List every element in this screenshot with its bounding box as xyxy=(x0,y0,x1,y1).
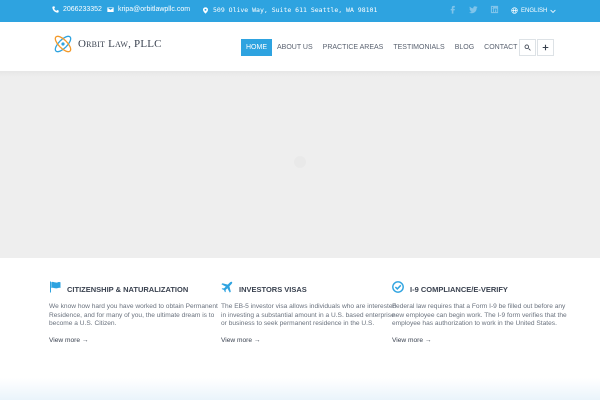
top-bar: 2066233352 kripa@orbitlawpllc.com 509 Ol… xyxy=(0,0,600,22)
service-header: Investors Visas xyxy=(221,280,401,298)
map-pin-icon xyxy=(202,6,209,14)
language-selector[interactable]: ENGLISH xyxy=(511,7,556,14)
logo-text: Orbit Law, PLLC xyxy=(78,38,162,50)
office-address: 509 Olive Way, Suite 611 Seattle, WA 981… xyxy=(202,6,377,14)
address-text: 509 Olive Way, Suite 611 Seattle, WA 981… xyxy=(213,6,378,14)
service-title: I-9 Compliance/E-Verify xyxy=(410,284,508,294)
service-title: Citizenship & Naturalization xyxy=(67,284,189,294)
flag-icon xyxy=(49,280,61,298)
service-description: Federal law requires that a Form I-9 be … xyxy=(392,303,567,328)
site-logo[interactable]: Orbit Law, PLLC xyxy=(52,31,162,57)
email-address: kripa@orbitlawpllc.com xyxy=(118,6,191,13)
twitter-icon xyxy=(469,6,478,14)
nav-home[interactable]: HOME xyxy=(241,39,272,56)
view-more-link[interactable]: View more → xyxy=(392,337,431,344)
service-description: We know how hard you have worked to obta… xyxy=(49,303,218,328)
service-citizenship: Citizenship & Naturalization We know how… xyxy=(49,280,229,347)
phone-icon xyxy=(52,6,59,13)
header-shadow xyxy=(0,71,600,77)
linkedin-link[interactable] xyxy=(490,5,502,17)
globe-icon xyxy=(511,7,518,14)
view-more-link[interactable]: View more → xyxy=(221,337,260,344)
slider-loader xyxy=(294,156,306,168)
orbit-logo-icon xyxy=(54,35,72,53)
facebook-icon xyxy=(450,5,455,14)
email-contact[interactable]: kripa@orbitlawpllc.com xyxy=(107,6,190,13)
envelope-icon xyxy=(107,7,114,12)
service-description: The EB-5 investor visa allows individual… xyxy=(221,303,397,328)
plus-icon xyxy=(542,44,549,51)
service-investors-visas: Investors Visas The EB-5 investor visa a… xyxy=(221,280,401,347)
chevron-down-icon xyxy=(550,9,556,13)
facebook-link[interactable] xyxy=(448,5,460,17)
nav-about-us[interactable]: ABOUT US xyxy=(272,39,318,56)
twitter-link[interactable] xyxy=(469,5,481,17)
check-circle-icon xyxy=(392,280,404,298)
language-label: ENGLISH xyxy=(521,7,548,14)
linkedin-icon xyxy=(490,5,499,14)
nav-testimonials[interactable]: TESTIMONIALS xyxy=(388,39,449,56)
search-icon xyxy=(524,44,531,51)
footer-fade xyxy=(0,378,600,400)
main-nav: HOME ABOUT US PRACTICE AREAS TESTIMONIAL… xyxy=(241,39,522,56)
service-title: Investors Visas xyxy=(239,284,307,294)
nav-practice-areas[interactable]: PRACTICE AREAS xyxy=(318,39,389,56)
phone-number: 2066233352 xyxy=(63,6,102,13)
expand-button[interactable] xyxy=(537,39,554,56)
nav-blog[interactable]: BLOG xyxy=(450,39,479,56)
search-button[interactable] xyxy=(519,39,536,56)
nav-contact[interactable]: CONTACT xyxy=(479,39,522,56)
phone-contact[interactable]: 2066233352 xyxy=(52,6,102,13)
airplane-icon xyxy=(221,280,233,298)
site-header: Orbit Law, PLLC HOME ABOUT US PRACTICE A… xyxy=(0,22,600,71)
view-more-link[interactable]: View more → xyxy=(49,337,88,344)
service-i9-compliance: I-9 Compliance/E-Verify Federal law requ… xyxy=(392,280,572,347)
service-header: Citizenship & Naturalization xyxy=(49,280,229,298)
service-header: I-9 Compliance/E-Verify xyxy=(392,280,572,298)
